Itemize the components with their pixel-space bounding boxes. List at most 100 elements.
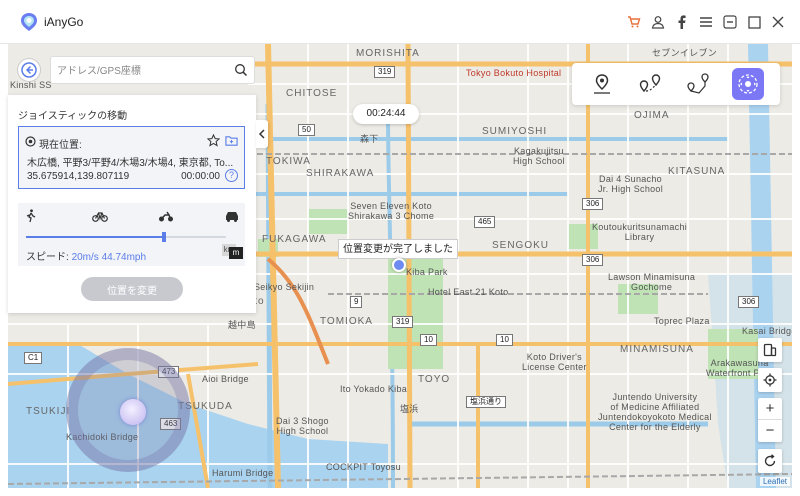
folder-icon[interactable] [225,134,238,147]
joystick-mode-button[interactable] [732,68,764,100]
route-shield: 306 [738,296,760,308]
star-icon[interactable] [207,134,220,147]
timer: 00:24:44 [353,104,419,124]
route-shield: 塩浜通り [466,396,506,408]
panel-title: ジョイスティックの移動 [18,111,128,122]
speed-card: スピード: 20m/s 44.74mph km m [18,203,245,266]
unit-m-toggle[interactable]: m [229,247,243,259]
speed-slider-handle[interactable] [162,232,166,242]
app-title: iAnyGo [44,15,84,29]
speed-slider[interactable] [26,232,226,242]
route-shield: 10 [420,334,437,346]
arrow-left-icon [21,62,37,78]
map-label: Kiba Park [406,267,448,277]
reset-button[interactable] [758,449,782,473]
route-shield: 50 [298,124,315,136]
map-label: CHITOSE [286,88,338,99]
menu-icon[interactable] [697,13,715,31]
map-label: Dai 4 Sunacho Jr. High School [598,174,664,194]
speed-label: スピード: [26,252,72,263]
car-icon[interactable] [224,209,238,223]
map-label: FUKAGAWA [262,234,327,245]
map-label: Lawson Minamisuna Gochome [608,272,696,292]
map-label: Koto Driver's License Center [522,352,587,372]
map-label: TSUKIJI [26,406,71,417]
map-label: Seikyo Sekijin [254,282,315,292]
map-label: COCKPIT Toyosu [326,462,401,472]
minimize-icon[interactable] [721,13,739,31]
map-label: TOMIOKA [320,316,373,327]
bicycle-icon[interactable] [92,209,108,223]
facebook-icon[interactable] [673,13,691,31]
speed-slider-fill [26,236,164,238]
location-target-icon [25,136,36,147]
teleport-icon [594,74,610,94]
maximize-icon[interactable] [745,13,763,31]
back-button[interactable] [17,58,41,82]
teleport-mode-button[interactable] [586,68,618,100]
search-icon[interactable] [234,63,248,77]
map-label: Juntendo University of Medicine Affiliat… [598,392,712,432]
close-icon[interactable] [769,13,787,31]
route-shield: 319 [374,66,396,78]
route-shield: 465 [474,216,496,228]
device-icon [763,343,777,357]
map-label: Aioi Bridge [202,374,249,384]
map-label: MINAMISUNA [620,344,694,355]
joystick-icon [738,74,758,94]
map-label: セブンイレブン [652,48,718,58]
walk-icon[interactable] [24,209,38,223]
map-label: TOYO [418,374,451,385]
map-label: Seven Eleven Koto Shirakawa 3 Chome [348,201,435,221]
route-shield: C1 [24,352,43,364]
change-location-button[interactable]: 位置を変更 [81,277,183,301]
mode-toolbar [572,63,780,105]
search-box [50,56,255,84]
zoom-in-button[interactable]: + [758,398,782,420]
current-location-card: 現在位置: 木広橋, 平野3/平野4/木場3/木場4, 東京都, To... 3… [18,126,245,189]
map-label: KITASUNA [668,166,726,177]
route-shield: 306 [582,254,604,266]
device-button[interactable] [758,338,782,362]
joystick-knob[interactable] [120,399,146,425]
app-logo-icon [21,13,37,31]
location-address: 木広橋, 平野3/平野4/木場3/木場4, 東京都, To... [27,158,234,169]
joystick-panel: ジョイスティックの移動 現在位置: 木広橋, 平野3/平野4/木場3/木場4, … [8,95,256,313]
map-label: 塩浜 [400,404,419,414]
speed-value: 20m/s 44.74mph [71,252,147,263]
map-label: Tokyo Bokuto Hospital [466,68,562,78]
speed-readout: スピード: 20m/s 44.74mph [26,248,146,263]
collapse-panel-button[interactable] [256,120,268,148]
title-bar: iAnyGo [0,0,800,44]
zoom-out-button[interactable]: − [758,420,782,442]
current-location-marker [392,258,406,272]
zoom-control: + − [758,398,782,442]
locate-me-button[interactable] [758,368,782,392]
cart-icon[interactable] [625,13,643,31]
map-label: OJIMA [634,110,670,121]
map-label: SHIRAKAWA [306,168,375,179]
map-label: Kasai Bridge [742,326,792,336]
two-spot-icon [639,74,661,93]
multi-spot-mode-button[interactable] [682,68,714,100]
map-label: MORISHITA [356,48,420,59]
search-input[interactable] [57,61,227,81]
route-shield: 9 [350,296,363,308]
help-icon[interactable]: ? [225,169,238,182]
chevron-left-icon [258,129,265,139]
location-coordinates: 35.675914,139.807119 [27,171,130,182]
map-label: SENGOKU [492,240,550,251]
map-label: 森下 [360,134,379,144]
map-label: Koutoukuritsunamachi Library [592,222,688,242]
map-label: 越中島 [228,320,256,330]
map-label: Dai 3 Shogo High School [276,416,329,436]
map-label: TOKIWA [266,156,311,167]
route-shield: 306 [582,198,604,210]
map-attribution-link[interactable]: Leaflet [759,477,790,486]
user-icon[interactable] [649,13,667,31]
crosshair-icon [763,373,777,387]
motorcycle-icon[interactable] [158,209,173,223]
two-spot-mode-button[interactable] [634,68,666,100]
current-location-label: 現在位置: [39,140,82,151]
route-shield: 10 [496,334,513,346]
